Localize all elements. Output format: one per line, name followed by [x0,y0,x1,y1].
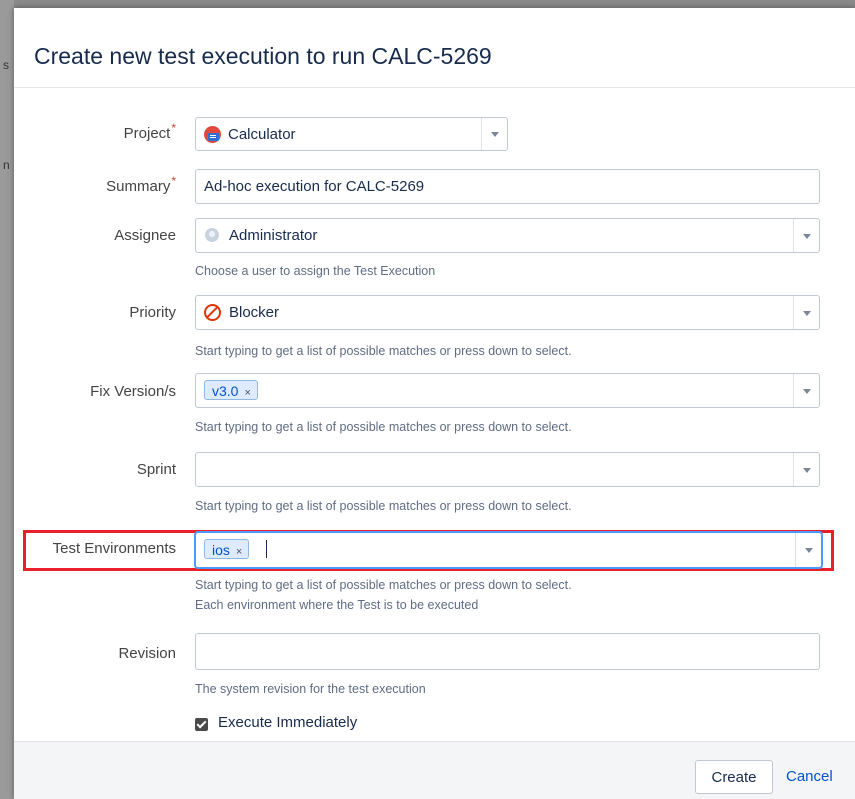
summary-label: Summary* [106,174,176,195]
assignee-hint: Choose a user to assign the Test Executi… [195,264,436,278]
dialog-header: Create new test execution to run CALC-52… [14,8,855,88]
sprint-select[interactable] [195,452,820,487]
dialog-title: Create new test execution to run CALC-52… [34,43,492,69]
calculator-project-icon [204,126,221,143]
execute-immediately-checkbox[interactable] [195,718,208,731]
assignee-label: Assignee [114,227,176,244]
remove-tag-icon[interactable]: × [244,387,250,399]
blocker-icon [204,304,221,321]
chevron-down-icon[interactable] [793,219,819,252]
project-label: Project* [123,121,176,142]
remove-tag-icon[interactable]: × [236,546,242,558]
summary-input[interactable]: Ad-hoc execution for CALC-5269 [195,169,820,204]
revision-hint: The system revision for the test executi… [195,682,426,696]
chevron-down-icon[interactable] [793,374,819,407]
test-environments-hint: Start typing to get a list of possible m… [195,578,572,592]
dialog-footer: Create Cancel [14,741,855,799]
execute-immediately-label[interactable]: Execute Immediately [218,714,357,731]
assignee-select[interactable]: Administrator [195,218,820,253]
chevron-down-icon[interactable] [793,296,819,329]
fix-version-label: Fix Version/s [90,383,176,400]
revision-input[interactable] [195,633,820,670]
required-mark: * [171,121,176,135]
fix-version-hint: Start typing to get a list of possible m… [195,420,572,434]
chevron-down-icon[interactable] [793,453,819,486]
priority-hint: Start typing to get a list of possible m… [195,344,572,358]
priority-label: Priority [129,304,176,321]
priority-select[interactable]: Blocker [195,295,820,330]
create-button[interactable]: Create [695,760,773,794]
project-value: Calculator [228,126,296,143]
test-environments-label: Test Environments [52,540,176,557]
revision-label: Revision [118,645,176,662]
fix-version-tag: v3.0 × [204,380,258,400]
sprint-label: Sprint [136,461,176,478]
test-environments-description: Each environment where the Test is to be… [195,598,479,612]
background-page: s n [0,0,14,799]
text-caret [266,540,267,558]
assignee-value: Administrator [229,227,318,244]
create-test-execution-dialog: Create new test execution to run CALC-52… [14,8,855,799]
chevron-down-icon[interactable] [795,533,821,567]
test-environments-select[interactable]: ios × [195,532,822,568]
required-mark: * [171,174,176,188]
summary-value: Ad-hoc execution for CALC-5269 [204,178,425,195]
priority-value: Blocker [229,304,280,321]
sprint-hint: Start typing to get a list of possible m… [195,499,572,513]
chevron-down-icon[interactable] [481,118,507,150]
fix-version-select[interactable]: v3.0 × [195,373,820,408]
user-avatar-icon [205,228,219,242]
cancel-link[interactable]: Cancel [786,768,833,785]
test-environment-tag: ios × [204,539,250,559]
project-select[interactable]: Calculator [195,117,508,151]
